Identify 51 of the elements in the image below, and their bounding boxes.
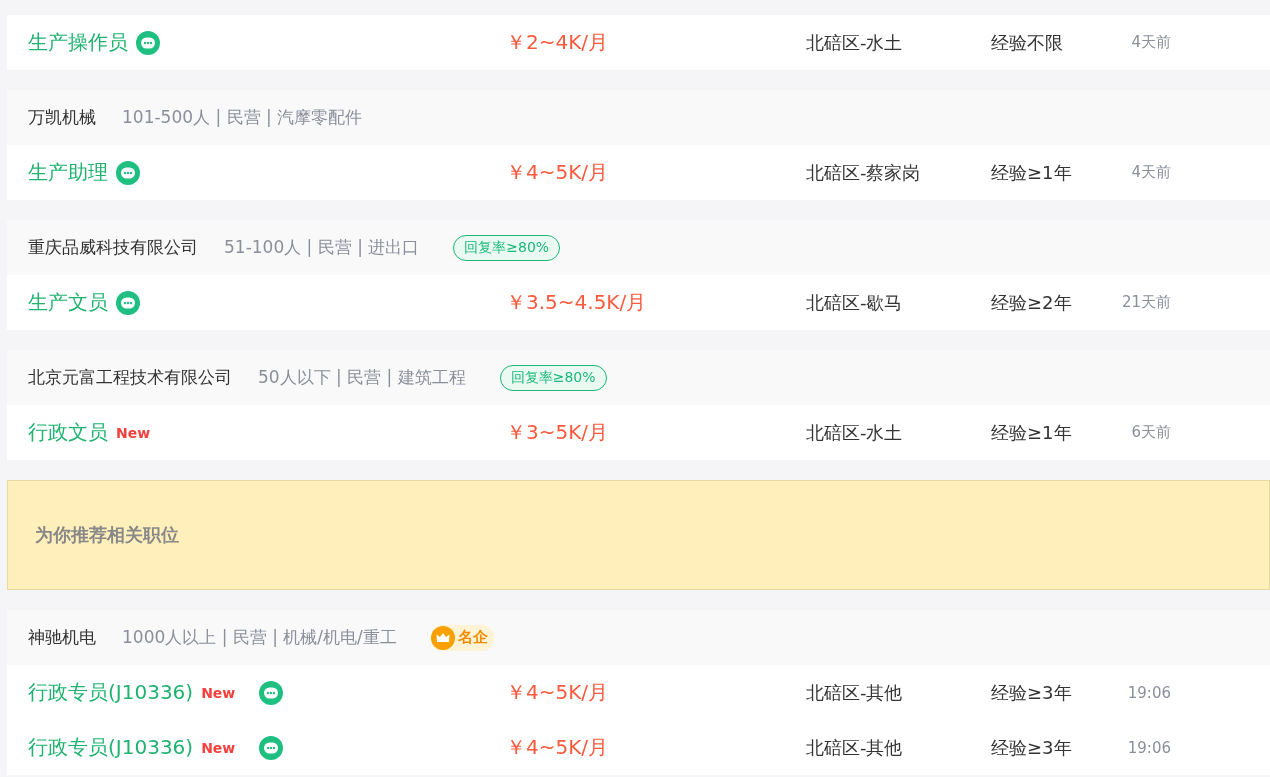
company-info: 101-500人 | 民营 | 汽摩零配件: [122, 106, 363, 129]
job-row[interactable]: 行政文员 New ￥3~5K/月 北碚区-水土 经验≥1年 6天前: [7, 405, 1270, 460]
new-tag: New: [201, 684, 236, 701]
salary: ￥3.5~4.5K/月: [506, 289, 648, 316]
posted-time: 19:06: [1126, 683, 1171, 702]
new-tag: New: [201, 739, 236, 756]
salary: ￥4~5K/月: [506, 159, 610, 186]
experience: 经验不限: [991, 30, 1064, 55]
location: 北碚区-水土: [806, 30, 904, 55]
chat-icon[interactable]: [116, 160, 140, 185]
company-name[interactable]: 重庆品威科技有限公司: [28, 236, 198, 259]
job-row[interactable]: 生产操作员 ￥2~4K/月 北碚区-水土 经验不限 4天前: [7, 15, 1270, 70]
experience: 经验≥1年: [991, 420, 1073, 445]
job-row[interactable]: 生产助理 ￥4~5K/月 北碚区-蔡家岗 经验≥1年 4天前: [7, 145, 1270, 200]
crown-icon: [430, 625, 455, 650]
reply-rate-badge: 回复率≥80%: [453, 234, 561, 261]
company-name[interactable]: 万凯机械: [28, 106, 96, 129]
location: 北碚区-蔡家岗: [806, 160, 922, 185]
location: 北碚区-其他: [806, 680, 904, 705]
posted-time: 4天前: [1130, 163, 1171, 182]
company-info: 50人以下 | 民营 | 建筑工程: [258, 366, 466, 389]
location: 北碚区-歇马: [806, 290, 904, 315]
posted-time: 21天前: [1120, 293, 1171, 312]
location: 北碚区-其他: [806, 735, 904, 760]
chat-icon[interactable]: [259, 680, 284, 705]
experience: 经验≥2年: [991, 290, 1073, 315]
posted-time: 4天前: [1130, 33, 1171, 52]
posted-time: 19:06: [1126, 738, 1171, 757]
job-row[interactable]: 生产文员 ￥3.5~4.5K/月 北碚区-歇马 经验≥2年 21天前: [7, 275, 1270, 330]
famous-company-badge: 名企: [430, 624, 494, 651]
banner-text: 为你推荐相关职位: [35, 523, 179, 547]
chat-icon[interactable]: [136, 30, 160, 55]
company-name[interactable]: 北京元富工程技术有限公司: [28, 366, 232, 389]
job-row[interactable]: 行政专员(J10336) New ￥4~5K/月 北碚区-其他 经验≥3年 19:06: [7, 665, 1270, 720]
experience: 经验≥3年: [991, 680, 1073, 705]
company-name[interactable]: 神驰机电: [28, 626, 96, 649]
job-row[interactable]: 行政专员(J10336) New ￥4~5K/月 北碚区-其他 经验≥3年 19:06: [7, 720, 1270, 775]
experience: 经验≥1年: [991, 160, 1073, 185]
new-tag: New: [116, 424, 151, 441]
reply-rate-badge: 回复率≥80%: [499, 364, 607, 391]
salary: ￥4~5K/月: [506, 734, 610, 761]
salary: ￥4~5K/月: [506, 679, 610, 706]
posted-time: 6天前: [1130, 423, 1171, 442]
chat-icon[interactable]: [259, 735, 284, 760]
company-info: 51-100人 | 民营 | 进出口: [224, 236, 420, 259]
experience: 经验≥3年: [991, 735, 1073, 760]
location: 北碚区-水土: [806, 420, 904, 445]
company-info: 1000人以上 | 民营 | 机械/机电/重工: [122, 626, 397, 649]
chat-icon[interactable]: [116, 290, 140, 315]
salary: ￥2~4K/月: [506, 29, 610, 56]
salary: ￥3~5K/月: [506, 419, 610, 446]
